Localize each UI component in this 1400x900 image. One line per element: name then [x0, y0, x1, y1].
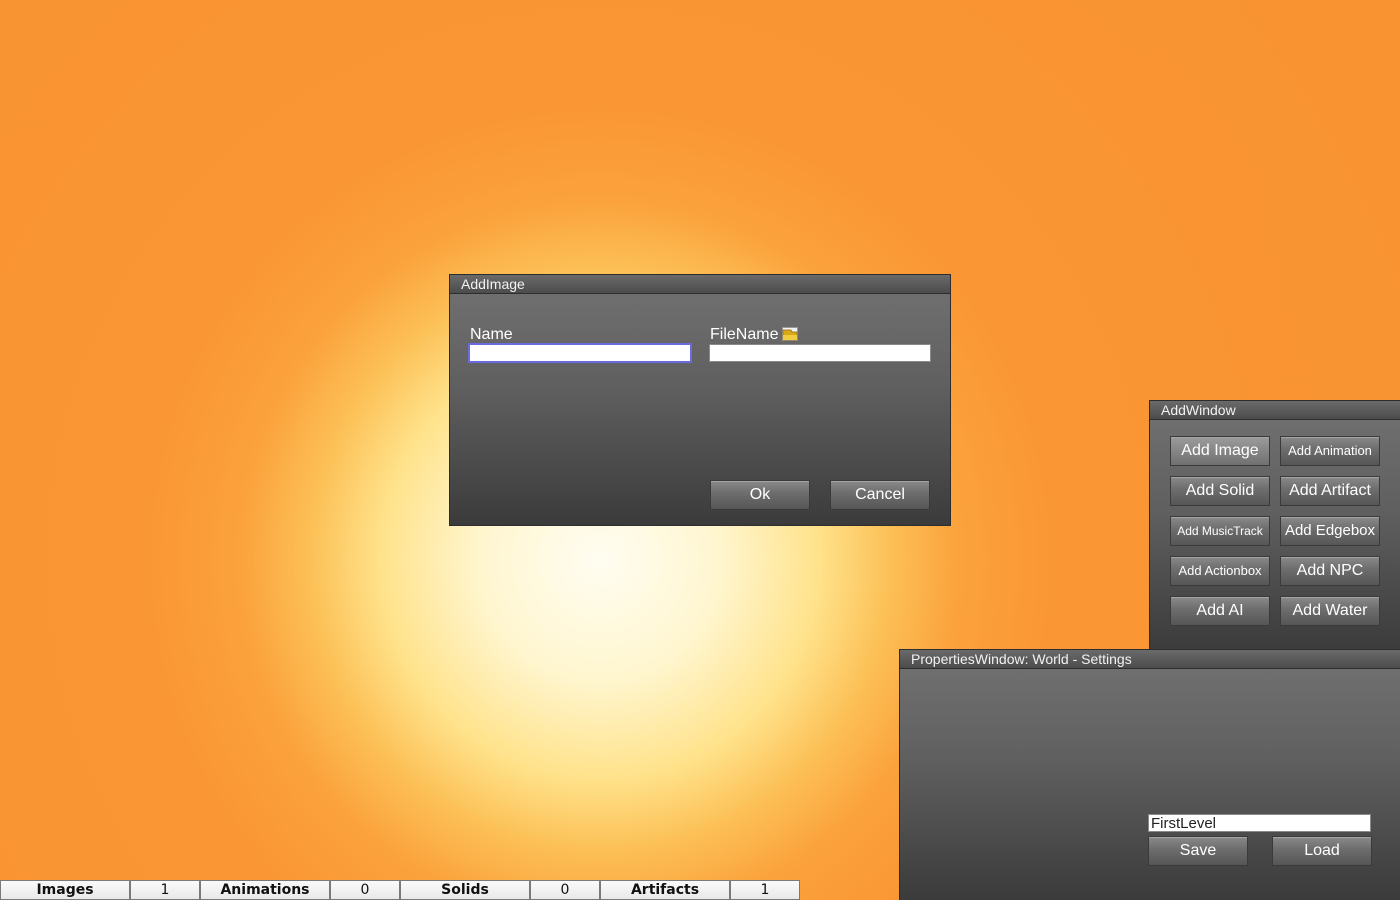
add-ai-button[interactable]: Add AI: [1170, 596, 1270, 626]
add-npc-button[interactable]: Add NPC: [1280, 556, 1380, 586]
add-edgebox-button[interactable]: Add Edgebox: [1280, 516, 1380, 546]
name-input[interactable]: [468, 343, 692, 363]
add-actionbox-button[interactable]: Add Actionbox: [1170, 556, 1270, 586]
images-count: 1: [130, 880, 200, 900]
add-artifact-button[interactable]: Add Artifact: [1280, 476, 1380, 506]
add-window-title[interactable]: AddWindow: [1150, 401, 1400, 420]
add-image-button[interactable]: Add Image: [1170, 436, 1270, 466]
add-animation-button[interactable]: Add Animation: [1280, 436, 1380, 466]
properties-window-title[interactable]: PropertiesWindow: World - Settings: [900, 650, 1400, 669]
solids-count: 0: [530, 880, 600, 900]
level-name-input[interactable]: [1148, 814, 1371, 832]
save-button[interactable]: Save: [1148, 836, 1248, 866]
add-image-dialog-title[interactable]: AddImage: [450, 275, 950, 294]
add-musictrack-button[interactable]: Add MusicTrack: [1170, 516, 1270, 546]
images-label: Images: [0, 880, 130, 900]
filename-label: FileName: [710, 326, 779, 343]
ok-button[interactable]: Ok: [710, 480, 810, 510]
animations-label: Animations: [200, 880, 330, 900]
load-button[interactable]: Load: [1272, 836, 1372, 866]
properties-window: PropertiesWindow: World - Settings Save …: [900, 650, 1400, 900]
add-solid-button[interactable]: Add Solid: [1170, 476, 1270, 506]
status-bar: Images 1 Animations 0 Solids 0 Artifacts…: [0, 880, 800, 900]
animations-count: 0: [330, 880, 400, 900]
solids-label: Solids: [400, 880, 530, 900]
add-water-button[interactable]: Add Water: [1280, 596, 1380, 626]
name-label: Name: [470, 326, 513, 343]
artifacts-label: Artifacts: [600, 880, 730, 900]
filename-input[interactable]: [709, 344, 931, 362]
folder-icon[interactable]: [782, 326, 798, 341]
add-image-dialog: AddImage Name FileName Ok Cancel: [450, 275, 950, 525]
add-window: AddWindow Add Image Add Animation Add So…: [1150, 401, 1400, 650]
artifacts-count: 1: [730, 880, 800, 900]
cancel-button[interactable]: Cancel: [830, 480, 930, 510]
